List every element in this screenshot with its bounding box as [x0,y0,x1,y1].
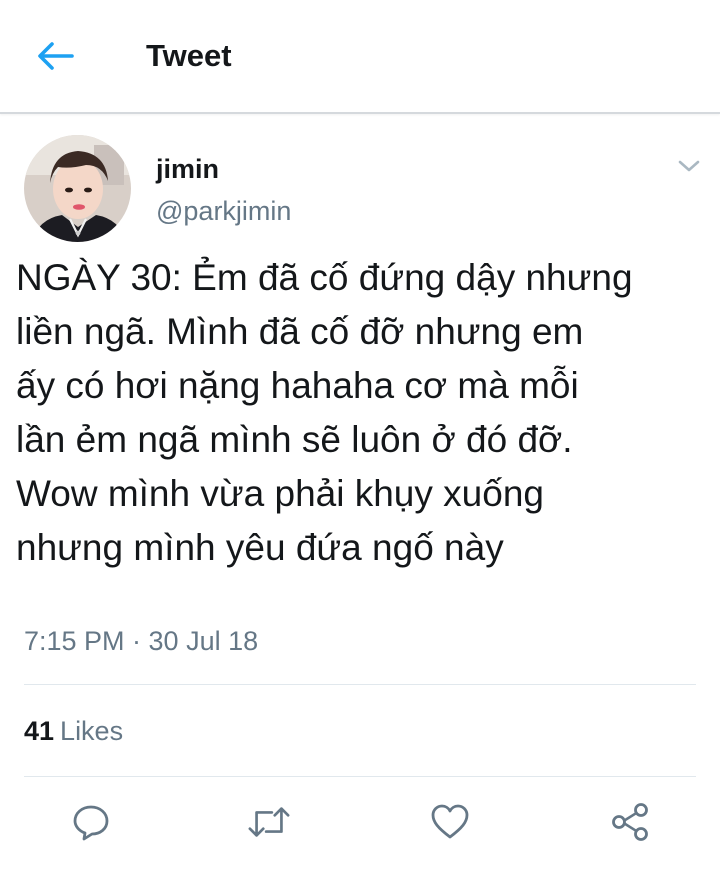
avatar[interactable] [24,135,131,242]
top-app-bar: Tweet [0,0,720,114]
divider [24,684,696,685]
reply-button[interactable] [69,800,113,844]
like-button[interactable] [428,800,472,844]
share-button[interactable] [608,800,652,844]
back-button[interactable] [30,35,80,77]
reply-icon [73,805,109,841]
profile-photo [24,135,131,242]
tweet-timestamp: 7:15 PM · 30 Jul 18 [24,626,259,656]
likes-count: 41 [24,716,55,746]
heart-icon [431,804,469,839]
page-title: Tweet [146,38,232,73]
retweet-button[interactable] [247,800,291,844]
author-handle[interactable]: @parkjimin [156,195,291,227]
retweet-icon [248,807,290,837]
tweet-menu-button[interactable] [674,152,704,180]
tweet-text: NGÀY 30: Ẻm đã cố đứng dậy nhưng liền ng… [16,257,633,568]
share-icon [612,803,648,841]
divider [24,776,696,777]
likes-label: Likes [60,716,124,746]
author-display-name[interactable]: jimin [156,153,219,185]
arrow-left-icon [38,42,74,70]
likes-stat[interactable]: 41 Likes [24,714,123,748]
chevron-down-icon [678,160,700,172]
